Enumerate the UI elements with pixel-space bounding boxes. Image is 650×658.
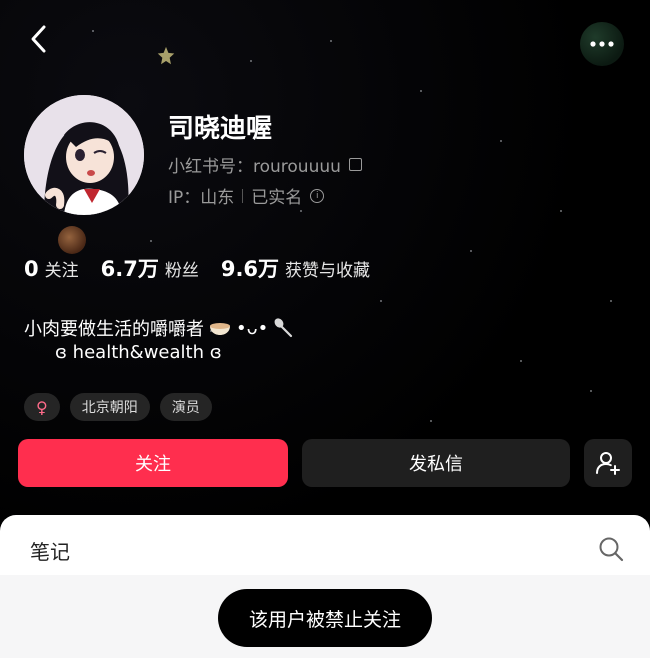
- user-id-row: 小红书号：rourouuuu: [168, 152, 362, 177]
- info-icon[interactable]: i: [310, 188, 325, 203]
- message-button[interactable]: 发私信: [302, 439, 570, 487]
- follow-button[interactable]: 关注: [18, 439, 288, 487]
- search-button[interactable]: [596, 534, 626, 564]
- profile-name: 司晓迪喔: [168, 114, 273, 144]
- stats-row: 0 关注 6.7万 粉丝 9.6万 获赞与收藏: [24, 253, 370, 283]
- more-dots-icon: [590, 41, 614, 47]
- search-icon: [599, 537, 624, 562]
- stat-following[interactable]: 0 关注: [24, 256, 79, 281]
- stat-likes[interactable]: 9.6万 获赞与收藏: [221, 253, 370, 283]
- spoon-icon: [274, 318, 293, 338]
- user-id: 小红书号：rourouuuu: [168, 157, 341, 177]
- stat-followers[interactable]: 6.7万 粉丝: [101, 253, 199, 283]
- bio-line-2: ɞ health&wealth ɞ: [55, 342, 222, 363]
- avatar[interactable]: [24, 95, 144, 215]
- back-button[interactable]: [22, 22, 56, 56]
- tag-row: ♀ 北京朝阳 演员: [24, 393, 212, 421]
- gender-tag: ♀: [24, 393, 60, 421]
- decor-star-icon: [157, 46, 175, 65]
- avatar-image: [24, 95, 144, 215]
- ip-location: IP：山东: [168, 188, 235, 208]
- location-tag: 北京朝阳: [69, 393, 150, 421]
- more-button[interactable]: [580, 22, 624, 66]
- stat-likes-label: 获赞与收藏: [285, 261, 371, 281]
- divider: [242, 188, 244, 203]
- add-friend-button[interactable]: [584, 439, 632, 487]
- occupation-tag: 演员: [159, 393, 212, 421]
- bio-text: 小肉要做生活的嚼嚼者: [24, 319, 204, 340]
- stat-following-label: 关注: [44, 261, 79, 281]
- ip-row: IP：山东 已实名 i: [168, 183, 325, 208]
- verified-label: 已实名: [251, 188, 303, 208]
- bio-kaomoji: •ᴗ•: [236, 317, 269, 339]
- decor-planet-icon: [58, 226, 86, 254]
- tab-notes[interactable]: 笔记: [30, 536, 70, 565]
- profile-page: 司晓迪喔 小红书号：rourouuuu IP：山东 已实名 i 0 关注 6.7…: [0, 0, 650, 658]
- stat-followers-label: 粉丝: [164, 261, 199, 281]
- add-user-icon: [596, 452, 620, 475]
- toast-message: 该用户被禁止关注: [218, 589, 432, 647]
- copy-icon[interactable]: [348, 158, 362, 171]
- bowl-icon: [210, 323, 230, 335]
- stat-following-value: 0: [24, 257, 39, 281]
- chevron-left-icon: [31, 25, 46, 53]
- stat-likes-value: 9.6万: [220, 257, 280, 281]
- stat-followers-value: 6.7万: [100, 257, 159, 281]
- bio-line-1: 小肉要做生活的嚼嚼者 •ᴗ•: [24, 315, 294, 341]
